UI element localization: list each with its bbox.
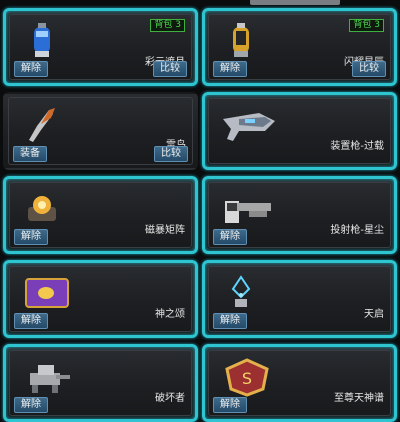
unequip-button[interactable]: 解除 [213,313,247,329]
equipment-grid: 背包 3 彩云遮月 解除 比较 背包 3 闪耀星辰 解除 比较 雷鸟 [3,8,397,422]
backpack-badge: 背包 3 [349,19,384,32]
backpack-badge: 背包 3 [150,19,185,32]
item-card-magnetic-matrix[interactable]: 磁暴矩阵 解除 [3,176,198,254]
item-card-destroyer[interactable]: 破坏者 解除 [3,344,198,422]
compare-button[interactable]: 比较 [352,61,386,77]
unequip-button[interactable]: 解除 [213,397,247,413]
apocalypse-pet-icon [231,275,251,307]
purple-scroll-icon [25,278,69,308]
equip-button[interactable]: 装备 [13,146,47,162]
item-name: 至尊天神谱 [334,393,384,404]
thunderbird-weapon-icon [29,108,55,142]
top-strip [0,0,400,8]
item-card-shining-stars[interactable]: 背包 3 闪耀星辰 解除 比较 [202,8,397,86]
item-card-ode-of-god[interactable]: 神之颂 解除 [3,260,198,338]
magnetic-matrix-icon [28,196,56,221]
compare-button[interactable]: 比较 [153,61,187,77]
svg-text:S: S [242,369,252,388]
item-card-supreme-god-spectrum[interactable]: S 至尊天神谱 解除 [202,344,397,422]
unequip-button[interactable]: 解除 [14,313,48,329]
item-name: 投射枪-星尘 [330,225,384,236]
destroyer-mech-icon [30,365,70,393]
unequip-button[interactable]: 解除 [213,229,247,245]
item-name: 神之颂 [155,309,185,320]
supreme-emblem-icon: S [225,358,269,397]
item-card-thunderbird[interactable]: 雷鸟 装备 比较 [3,92,198,170]
gold-armor-icon [233,23,249,57]
top-scroll-handle[interactable] [250,0,340,5]
blue-armor-icon [34,23,50,57]
unequip-button[interactable]: 解除 [14,397,48,413]
unequip-button[interactable]: 解除 [213,61,247,77]
item-card-projectile-gun-stardust[interactable]: 投射枪-星尘 解除 [202,176,397,254]
projectile-gun-stardust-icon [225,201,271,223]
unequip-button[interactable]: 解除 [14,61,48,77]
item-card-apocalypse[interactable]: 天启 解除 [202,260,397,338]
item-name: 天启 [364,309,384,320]
device-gun-overload-icon [223,113,275,141]
unequip-button[interactable]: 解除 [14,229,48,245]
item-name: 破坏者 [155,393,185,404]
item-card-cloud-moon[interactable]: 背包 3 彩云遮月 解除 比较 [3,8,198,86]
item-card-device-gun-overload[interactable]: 装置枪-过载 [202,92,397,170]
item-name: 磁暴矩阵 [145,225,185,236]
compare-button[interactable]: 比较 [154,146,188,162]
item-name: 装置枪-过载 [330,141,384,152]
